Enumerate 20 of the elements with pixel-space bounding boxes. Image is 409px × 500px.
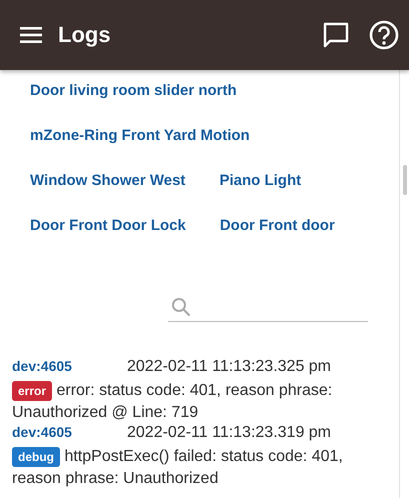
log-message: error error: status code: 401, reason phrase: Unauthorized @ Line: 719 <box>12 380 334 423</box>
device-link[interactable]: Door Front door <box>220 217 335 234</box>
device-link[interactable]: dev:4605 <box>12 358 127 374</box>
log-level-badge: error <box>12 381 52 401</box>
device-link[interactable]: dev:4605 <box>12 424 127 440</box>
page-title: Logs <box>58 22 111 48</box>
search-icon <box>171 296 191 316</box>
log-timestamp: 2022-02-11 11:13:23.319 pm <box>127 424 332 442</box>
chat-icon[interactable] <box>323 22 349 48</box>
device-link[interactable]: Window Shower West <box>30 172 186 189</box>
log-timestamp: 2022-02-11 11:13:23.325 pm <box>127 358 332 376</box>
menu-icon[interactable] <box>20 26 42 44</box>
device-link[interactable]: Piano Light <box>219 172 302 189</box>
log-message: debug httpPostExec() failed: status code: 401, reason phrase: Unauthorized <box>12 446 344 489</box>
device-link[interactable]: mZone-Ring Front Yard Motion <box>30 127 250 144</box>
help-icon[interactable] <box>369 20 399 50</box>
scrollbar[interactable] <box>403 165 407 195</box>
device-link[interactable]: Door Front Door Lock <box>30 217 186 234</box>
device-link[interactable]: Door living room slider north <box>30 82 237 99</box>
log-level-badge: debug <box>12 447 60 467</box>
